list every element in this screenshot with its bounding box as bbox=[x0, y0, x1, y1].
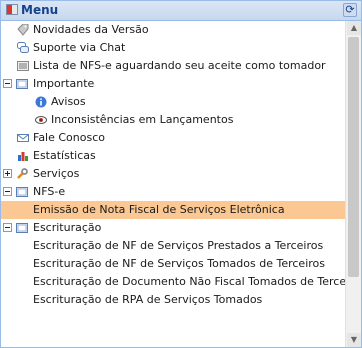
menu-item-novidades[interactable]: Novidades da Versão bbox=[1, 21, 345, 39]
menu-item-escrituracao-prestados[interactable]: Escrituração de NF de Serviços Prestados… bbox=[1, 237, 345, 255]
menu-tree: Novidades da Versão Suporte via Chat Lis… bbox=[1, 21, 345, 347]
vertical-scrollbar[interactable]: ▲ ▼ bbox=[345, 21, 361, 347]
menu-item-nfse[interactable]: NFS-e bbox=[1, 183, 345, 201]
mail-icon bbox=[17, 134, 29, 142]
tag-icon bbox=[17, 24, 29, 36]
folder-icon bbox=[16, 223, 28, 233]
menu-item-label: Escrituração de RPA de Serviços Tomados bbox=[33, 293, 263, 306]
menu-item-label: Avisos bbox=[51, 95, 86, 108]
panel-header: Menu ⟳ bbox=[1, 1, 361, 21]
refresh-icon: ⟳ bbox=[345, 3, 355, 16]
menu-item-label: Fale Conosco bbox=[33, 131, 105, 144]
menu-item-label: Lista de NFS-e aguardando seu aceite com… bbox=[33, 59, 326, 72]
info-icon bbox=[35, 96, 47, 108]
menu-item-label: Escrituração bbox=[33, 221, 102, 234]
menu-item-importante[interactable]: Importante bbox=[1, 75, 345, 93]
scroll-down-button[interactable]: ▼ bbox=[347, 333, 361, 347]
folder-icon bbox=[16, 187, 28, 197]
panel-title-text: Menu bbox=[21, 3, 59, 17]
bar-chart-icon bbox=[18, 152, 28, 161]
folder-icon bbox=[16, 79, 28, 89]
menu-item-lista-nfse[interactable]: Lista de NFS-e aguardando seu aceite com… bbox=[1, 57, 345, 75]
menu-panel: Menu ⟳ Novidades da Versão Suporte via C… bbox=[0, 0, 362, 348]
refresh-button[interactable]: ⟳ bbox=[343, 3, 357, 17]
menu-item-escrituracao-rpa[interactable]: Escrituração de RPA de Serviços Tomados bbox=[1, 291, 345, 309]
menu-item-emissao-nfse[interactable]: Emissão de Nota Fiscal de Serviços Eletr… bbox=[1, 201, 345, 219]
menu-item-label: Importante bbox=[33, 77, 95, 90]
menu-item-label: Inconsistências em Lançamentos bbox=[51, 113, 234, 126]
menu-item-fale-conosco[interactable]: Fale Conosco bbox=[1, 129, 345, 147]
menu-item-label: Novidades da Versão bbox=[33, 23, 149, 36]
collapse-toggle[interactable] bbox=[3, 223, 12, 232]
expand-toggle[interactable] bbox=[3, 169, 12, 178]
collapse-toggle[interactable] bbox=[3, 187, 12, 196]
menu-item-label: Estatísticas bbox=[33, 149, 96, 162]
scroll-up-button[interactable]: ▲ bbox=[347, 21, 361, 35]
menu-item-servicos[interactable]: Serviços bbox=[1, 165, 345, 183]
menu-item-escrituracao[interactable]: Escrituração bbox=[1, 219, 345, 237]
menu-logo-icon bbox=[6, 4, 18, 15]
menu-item-avisos[interactable]: Avisos bbox=[1, 93, 345, 111]
menu-item-label: Suporte via Chat bbox=[33, 41, 126, 54]
wrench-icon bbox=[17, 168, 28, 179]
menu-item-escrituracao-nao-fiscal[interactable]: Escrituração de Documento Não Fiscal Tom… bbox=[1, 273, 345, 291]
menu-item-escrituracao-tomados[interactable]: Escrituração de NF de Serviços Tomados d… bbox=[1, 255, 345, 273]
list-icon bbox=[17, 61, 29, 71]
menu-item-suporte-chat[interactable]: Suporte via Chat bbox=[1, 39, 345, 57]
scroll-thumb[interactable] bbox=[348, 37, 359, 277]
menu-item-label: Escrituração de Documento Não Fiscal Tom… bbox=[33, 275, 345, 288]
menu-item-label: Escrituração de NF de Serviços Prestados… bbox=[33, 239, 324, 252]
chat-icon bbox=[17, 42, 29, 53]
panel-title: Menu bbox=[6, 3, 58, 17]
menu-item-estatisticas[interactable]: Estatísticas bbox=[1, 147, 345, 165]
menu-item-label: Serviços bbox=[33, 167, 80, 180]
menu-item-label: NFS-e bbox=[33, 185, 66, 198]
collapse-toggle[interactable] bbox=[3, 79, 12, 88]
menu-item-label: Escrituração de NF de Serviços Tomados d… bbox=[33, 257, 325, 270]
menu-item-label: Emissão de Nota Fiscal de Serviços Eletr… bbox=[33, 203, 285, 216]
menu-item-inconsistencias[interactable]: Inconsistências em Lançamentos bbox=[1, 111, 345, 129]
eye-icon bbox=[35, 116, 47, 124]
